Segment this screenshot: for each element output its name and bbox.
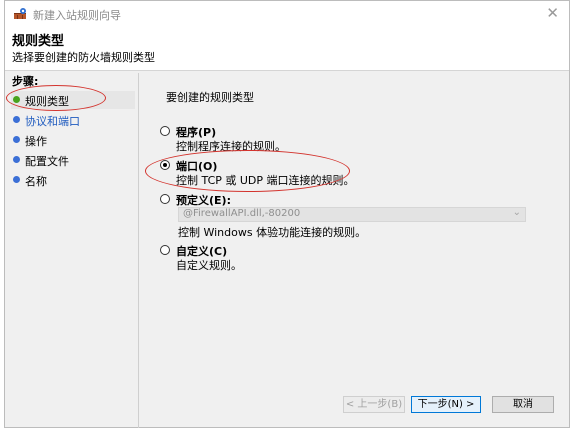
option-title: 预定义(E): (176, 194, 231, 207)
step-action[interactable]: 操作 (11, 131, 135, 149)
predefined-radio[interactable] (160, 194, 170, 204)
step-label: 协议和端口 (25, 115, 80, 128)
close-icon[interactable]: ✕ (546, 4, 559, 22)
custom-radio[interactable] (160, 245, 170, 255)
wizard-header: 规则类型 选择要创建的防火墙规则类型 (5, 27, 569, 71)
option-custom[interactable]: 自定义(C) 自定义规则。 (160, 243, 460, 273)
cancel-button[interactable]: 取消 (492, 396, 554, 413)
program-radio[interactable] (160, 126, 170, 136)
option-desc: 控制程序连接的规则。 (176, 140, 286, 153)
title-bar: 新建入站规则向导 ✕ (5, 1, 569, 27)
step-name[interactable]: 名称 (11, 171, 135, 189)
predefined-select-value: @FirewallAPI.dll,-80200 (183, 208, 301, 219)
next-button[interactable]: 下一步(N) > (411, 396, 481, 413)
steps-heading: 步骤: (12, 75, 39, 88)
firewall-app-icon (13, 7, 27, 20)
step-label: 操作 (25, 135, 47, 148)
step-dot-icon (13, 96, 20, 103)
option-program[interactable]: 程序(P) 控制程序连接的规则。 (160, 124, 460, 154)
step-dot-icon (13, 116, 20, 123)
window-title: 新建入站规则向导 (33, 9, 121, 22)
step-dot-icon (13, 156, 20, 163)
option-desc: 控制 TCP 或 UDP 端口连接的规则。 (176, 174, 355, 187)
panel-divider (138, 73, 139, 428)
step-label: 配置文件 (25, 155, 69, 168)
step-profile[interactable]: 配置文件 (11, 151, 135, 169)
step-label: 规则类型 (25, 95, 69, 108)
predefined-desc: 控制 Windows 体验功能连接的规则。 (178, 226, 367, 239)
chevron-down-icon: ⌄ (512, 207, 521, 218)
step-label: 名称 (25, 175, 47, 188)
predefined-select[interactable]: @FirewallAPI.dll,-80200 ⌄ (178, 207, 526, 222)
step-protocol-ports[interactable]: 协议和端口 (11, 111, 135, 129)
page-title: 规则类型 (12, 34, 65, 49)
option-desc: 自定义规则。 (176, 259, 242, 272)
rule-type-prompt: 要创建的规则类型 (166, 91, 254, 104)
step-dot-icon (13, 176, 20, 183)
step-rule-type[interactable]: 规则类型 (11, 91, 135, 109)
option-predefined[interactable]: 预定义(E): (160, 192, 460, 207)
port-radio[interactable] (160, 160, 170, 170)
back-button[interactable]: < 上一步(B) (343, 396, 405, 413)
page-subtitle: 选择要创建的防火墙规则类型 (12, 51, 155, 64)
option-port[interactable]: 端口(O) 控制 TCP 或 UDP 端口连接的规则。 (160, 158, 460, 188)
step-dot-icon (13, 136, 20, 143)
steps-panel: 步骤: 规则类型 协议和端口 操作 配置文件 名称 (5, 71, 137, 429)
